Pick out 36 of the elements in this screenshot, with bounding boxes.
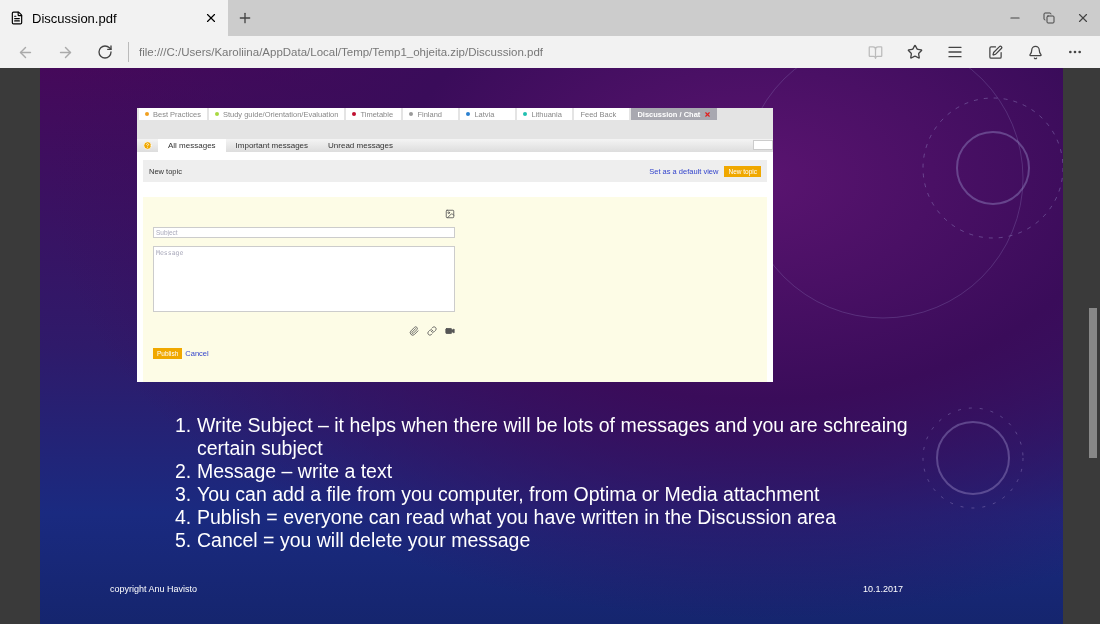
step-number: 3. xyxy=(175,483,193,506)
image-icon[interactable] xyxy=(445,209,455,219)
lines-icon xyxy=(947,44,963,60)
step-number: 4. xyxy=(175,506,193,529)
paperclip-icon[interactable] xyxy=(409,326,419,336)
message-tab[interactable]: Unread messages xyxy=(318,139,403,152)
refresh-icon xyxy=(97,44,113,60)
close-tab-icon[interactable] xyxy=(204,11,218,25)
star-icon xyxy=(907,44,923,60)
restore-icon xyxy=(1043,12,1055,24)
video-icon[interactable] xyxy=(445,326,455,336)
step-text: Message – write a text xyxy=(197,460,394,483)
pdf-file-icon xyxy=(10,11,24,25)
tab-title: Discussion.pdf xyxy=(32,10,118,26)
browser-tab[interactable]: Discussion.pdf xyxy=(0,0,228,36)
close-icon[interactable] xyxy=(704,110,712,118)
pen-icon xyxy=(987,44,1003,60)
plus-icon xyxy=(237,10,253,26)
message-tab[interactable]: Important messages xyxy=(225,139,319,152)
link-icon[interactable] xyxy=(427,326,437,336)
step-number: 5. xyxy=(175,529,193,552)
message-tab[interactable]: All messages xyxy=(158,139,226,152)
step-text: You can add a file from you computer, from Optima or Media attachment xyxy=(197,483,821,506)
search-field[interactable] xyxy=(753,140,773,150)
step-number: 2. xyxy=(175,460,193,483)
step-text: Cancel = you will delete your message xyxy=(197,529,532,552)
step-number: 1. xyxy=(175,414,193,438)
step-text: Publish = everyone can read what you have written in the Discussion area xyxy=(197,506,837,529)
book-icon xyxy=(867,44,883,60)
help-icon[interactable] xyxy=(143,141,152,150)
close-icon xyxy=(1076,11,1090,25)
bell-icon xyxy=(1027,44,1043,60)
scrollbar-thumb[interactable] xyxy=(1089,308,1097,458)
slide-date: 10.1.2017 xyxy=(862,584,903,594)
step-text: Write Subject – it helps when there will be lots of messages and you are schreaing certain subject xyxy=(197,414,909,460)
copyright-text: copyright Anu Havisto xyxy=(110,584,198,594)
